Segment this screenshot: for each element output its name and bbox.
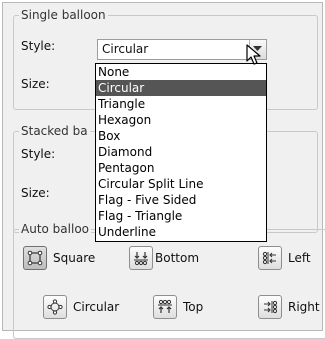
- dropdown-option-diamond[interactable]: Diamond: [96, 144, 266, 160]
- square-layout-icon: [23, 246, 47, 270]
- dropdown-option-circular[interactable]: Circular: [96, 80, 266, 96]
- single-style-combo[interactable]: Circular: [97, 39, 267, 60]
- stacked-size-label: Size:: [21, 186, 50, 200]
- circular-button-label: Circular: [73, 300, 120, 314]
- stacked-balloons-legend: Stacked ba: [19, 124, 90, 138]
- right-button-label: Right: [288, 300, 320, 314]
- single-balloon-legend: Single balloon: [19, 8, 108, 22]
- dropdown-option-hexagon[interactable]: Hexagon: [96, 112, 266, 128]
- dropdown-option-box[interactable]: Box: [96, 128, 266, 144]
- single-style-label: Style:: [21, 39, 56, 53]
- top-align-icon: [153, 295, 177, 319]
- circular-button[interactable]: Circular: [43, 294, 119, 320]
- dropdown-option-underline[interactable]: Underline: [96, 224, 266, 240]
- stacked-style-label: Style:: [21, 147, 56, 161]
- dropdown-option-flag-five-sided[interactable]: Flag - Five Sided: [96, 192, 266, 208]
- dropdown-option-triangle[interactable]: Triangle: [96, 96, 266, 112]
- style-dropdown-list[interactable]: None Circular Triangle Hexagon Box Diamo…: [95, 63, 267, 242]
- dropdown-option-circular-split-line[interactable]: Circular Split Line: [96, 176, 266, 192]
- auto-balloon-group: Auto balloo Square Bottom Left Circular: [13, 222, 325, 339]
- left-align-icon: [258, 246, 282, 270]
- dropdown-option-flag-triangle[interactable]: Flag - Triangle: [96, 208, 266, 224]
- right-button[interactable]: Right: [258, 294, 320, 320]
- circular-layout-icon: [43, 295, 67, 319]
- auto-balloon-legend: Auto balloo: [19, 222, 91, 236]
- bottom-button-label: Bottom: [155, 251, 200, 265]
- dropdown-option-pentagon[interactable]: Pentagon: [96, 160, 266, 176]
- square-button-label: Square: [53, 251, 96, 265]
- right-align-icon: [258, 295, 282, 319]
- mouse-cursor-icon: [246, 44, 262, 69]
- square-button[interactable]: Square: [23, 245, 95, 271]
- top-button-label: Top: [183, 300, 204, 314]
- bottom-align-icon: [129, 246, 153, 270]
- single-size-label: Size:: [21, 77, 50, 91]
- left-button[interactable]: Left: [258, 245, 311, 271]
- bottom-button[interactable]: Bottom: [129, 245, 199, 271]
- top-button[interactable]: Top: [153, 294, 203, 320]
- left-button-label: Left: [288, 251, 311, 265]
- dropdown-option-none[interactable]: None: [96, 64, 266, 80]
- single-style-value: Circular: [102, 42, 149, 56]
